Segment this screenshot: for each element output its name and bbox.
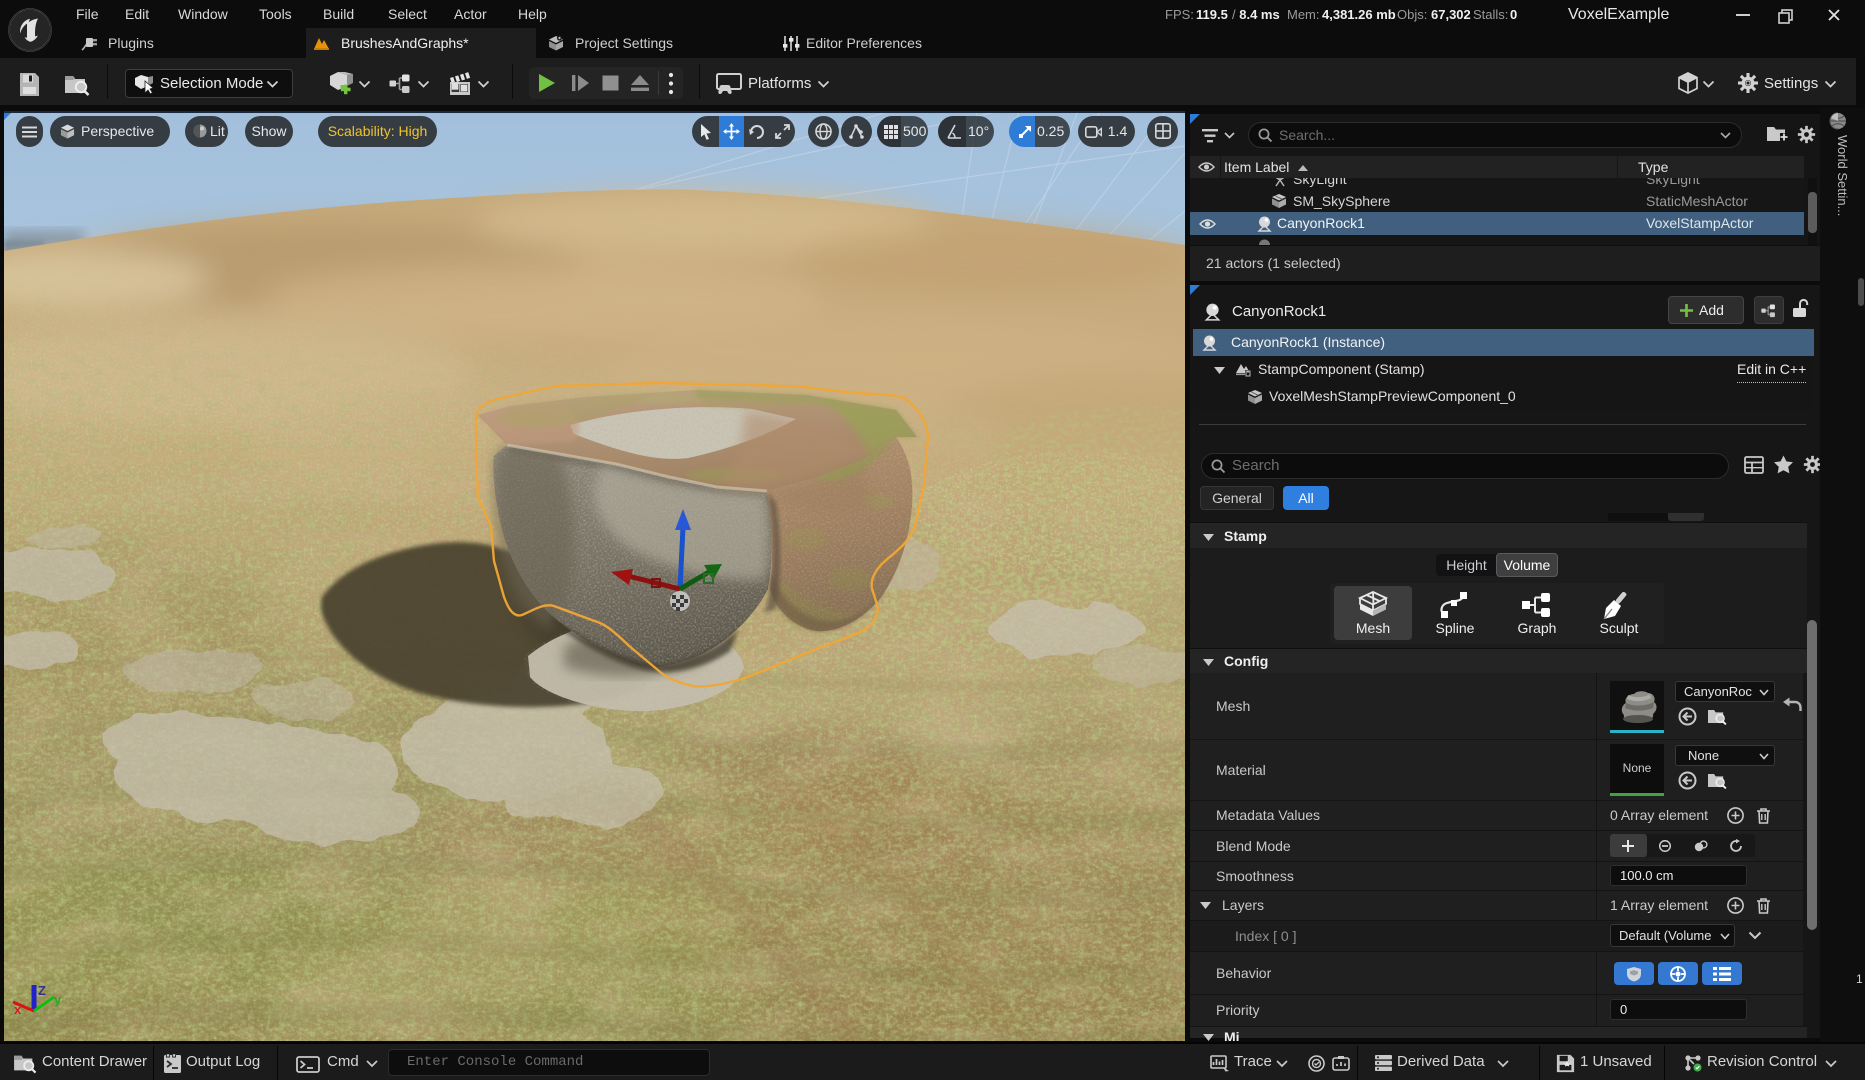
svg-text:Z: Z — [38, 983, 46, 998]
svg-text:y: y — [54, 992, 62, 1007]
svg-text:x: x — [14, 1002, 22, 1017]
